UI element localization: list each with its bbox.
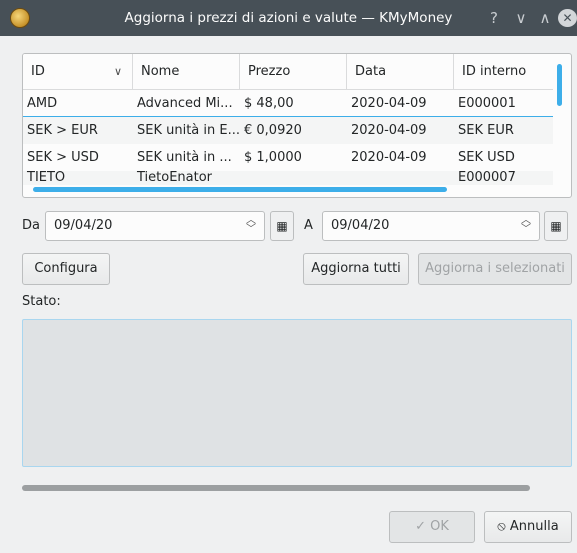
from-date-input[interactable]: 09/04/20 ︿ ﹀ xyxy=(45,211,265,241)
from-calendar-icon[interactable]: ▦ xyxy=(270,211,294,241)
ok-button[interactable]: ✓ OK xyxy=(389,511,475,543)
minimize-button[interactable]: ∨ xyxy=(512,9,530,27)
from-date-spinner-icon[interactable]: ︿ ﹀ xyxy=(244,216,258,236)
status-label: Stato: xyxy=(22,294,61,309)
column-header-prezzo[interactable]: Prezzo xyxy=(240,54,347,90)
to-calendar-icon[interactable]: ▦ xyxy=(544,211,568,241)
table-row[interactable]: AMD Advanced Mi... $ 48,00 2020-04-09 E0… xyxy=(23,90,553,117)
help-button[interactable]: ? xyxy=(485,9,503,27)
cell-price: € 0,0920 xyxy=(244,123,302,138)
column-header-id[interactable]: ID ∨ xyxy=(23,54,133,90)
column-header-nome[interactable]: Nome xyxy=(133,54,240,90)
cell-price xyxy=(240,171,347,185)
cell-internal-id: E000001 xyxy=(458,96,516,111)
table-horizontal-scrollbar[interactable] xyxy=(33,187,447,192)
table-row[interactable]: SEK > USD SEK unità in ... $ 1,0000 2020… xyxy=(23,144,553,171)
title-bar: Aggiorna i prezzi di azioni e valute — K… xyxy=(0,0,577,36)
cell-date: 2020-04-09 xyxy=(351,123,427,138)
update-all-button[interactable]: Aggiorna tutti xyxy=(303,253,409,285)
cell-id: SEK > EUR xyxy=(27,123,98,138)
table-header: ID ∨ Nome Prezzo Data ID interno xyxy=(23,54,553,90)
cell-date xyxy=(347,171,454,185)
maximize-button[interactable]: ∧ xyxy=(536,9,554,27)
cell-id: SEK > USD xyxy=(27,150,99,165)
checkmark-icon: ✓ xyxy=(415,519,431,534)
column-header-data[interactable]: Data xyxy=(347,54,454,90)
cell-name: Advanced Mi... xyxy=(137,96,233,111)
cell-price: $ 1,0000 xyxy=(244,150,302,165)
prices-table[interactable]: ID ∨ Nome Prezzo Data ID interno AMD Adv… xyxy=(22,53,572,198)
close-button[interactable]: ✕ xyxy=(558,9,577,27)
cancel-button[interactable]: ⦸ Annulla xyxy=(484,511,572,543)
configure-button[interactable]: Configura xyxy=(22,253,110,285)
cell-name: SEK unità in E... xyxy=(137,123,240,138)
column-header-id-interno[interactable]: ID interno xyxy=(454,54,553,90)
cell-date: 2020-04-09 xyxy=(351,96,427,111)
table-row[interactable]: SEK > EUR SEK unità in E... € 0,0920 202… xyxy=(23,117,553,144)
from-date-label: Da xyxy=(22,218,40,233)
cancel-icon: ⦸ xyxy=(497,519,510,534)
column-header-label: ID xyxy=(31,64,45,79)
cell-name: TietoEnator xyxy=(137,171,213,185)
cell-date: 2020-04-09 xyxy=(351,150,427,165)
from-date-value: 09/04/20 xyxy=(54,218,113,233)
cell-internal-id: SEK EUR xyxy=(458,123,514,138)
status-log-area[interactable] xyxy=(22,319,572,467)
table-vertical-scrollbar[interactable] xyxy=(557,64,562,106)
status-horizontal-scrollbar[interactable] xyxy=(22,485,530,491)
to-date-value: 09/04/20 xyxy=(331,218,390,233)
table-row[interactable]: TIETO TietoEnator E000007 xyxy=(23,171,553,185)
sort-chevron-icon: ∨ xyxy=(113,65,122,78)
cell-internal-id: E000007 xyxy=(458,171,516,185)
ok-label: OK xyxy=(430,519,449,534)
to-date-label: A xyxy=(304,218,313,233)
to-date-spinner-icon[interactable]: ︿ ﹀ xyxy=(519,216,533,236)
cell-name: SEK unità in ... xyxy=(137,150,232,165)
cell-internal-id: SEK USD xyxy=(458,150,515,165)
cell-price: $ 48,00 xyxy=(244,96,294,111)
to-date-input[interactable]: 09/04/20 ︿ ﹀ xyxy=(322,211,540,241)
cell-id: AMD xyxy=(27,96,58,111)
update-selected-button[interactable]: Aggiorna i selezionati xyxy=(418,253,572,285)
cell-id: TIETO xyxy=(27,171,66,185)
cancel-label: Annulla xyxy=(509,519,559,534)
